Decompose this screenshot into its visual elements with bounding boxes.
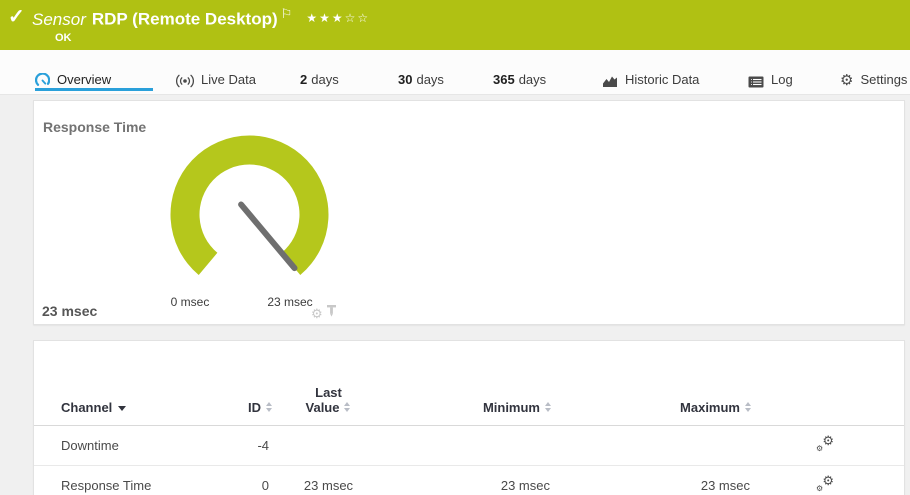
object-type-label: Sensor [32, 10, 86, 29]
tab-label: Live Data [201, 72, 256, 87]
tab-label: days [519, 72, 546, 87]
channel-actions-cell: ⚙⚙ [766, 466, 904, 495]
tab-label: Overview [57, 72, 111, 87]
widget-settings-gear-icon[interactable]: ⚙ [311, 307, 323, 320]
channel-actions-cell: ⚙⚙ [766, 426, 904, 466]
tab-365-days[interactable]: 365 days [493, 50, 546, 93]
sort-icon [745, 402, 752, 412]
maximum-cell: 23 msec [566, 466, 766, 495]
channel-name-cell[interactable]: Response Time [34, 466, 219, 495]
table-row-response-time[interactable]: Response Time 0 23 msec 23 msec 23 msec … [34, 466, 904, 495]
tab-number: 2 [300, 72, 307, 87]
channel-table: Channel ID Last Value Minimum Maximum Do… [34, 341, 904, 495]
tab-overview[interactable]: Overview [35, 50, 153, 93]
channel-settings-gears-icon[interactable]: ⚙⚙ [816, 436, 834, 452]
tab-label: Historic Data [625, 72, 699, 87]
tab-30-days[interactable]: 30 days [398, 50, 444, 93]
sort-icon [266, 402, 273, 412]
tab-historic-data[interactable]: Historic Data [602, 50, 699, 93]
sensor-title-line: Sensor RDP (Remote Desktop)⚐ ★★★☆☆ [32, 6, 370, 30]
minimum-cell [376, 426, 566, 466]
tab-log[interactable]: Log [748, 50, 793, 93]
gauge-min-label: 0 msec [158, 295, 222, 309]
tab-number: 30 [398, 72, 412, 87]
historic-chart-icon [602, 75, 618, 88]
minimum-cell: 23 msec [376, 466, 566, 495]
channel-id-cell: -4 [219, 426, 281, 466]
sort-icon [344, 402, 351, 412]
column-header-minimum[interactable]: Minimum [376, 341, 566, 426]
tab-bar: Overview Live Data 2 days 30 days 365 da… [0, 50, 910, 95]
channel-settings-gears-icon[interactable]: ⚙⚙ [816, 476, 834, 492]
pin-icon[interactable] [326, 304, 337, 322]
priority-stars[interactable]: ★★★☆☆ [306, 11, 370, 25]
sort-icon [545, 402, 552, 412]
table-row-downtime[interactable]: Downtime -4 ⚙⚙ [34, 426, 904, 466]
tab-label: Log [771, 72, 793, 87]
live-data-icon [176, 74, 194, 88]
column-header-actions [766, 341, 904, 426]
tab-number: 365 [493, 72, 515, 87]
column-header-last-value[interactable]: Last Value [281, 341, 376, 426]
priority-flag-icon[interactable]: ⚐ [281, 6, 293, 21]
tab-2-days[interactable]: 2 days [300, 50, 339, 93]
gauge-needle [241, 205, 294, 269]
column-header-channel[interactable]: Channel [34, 341, 219, 426]
sort-caret-icon [118, 406, 126, 411]
tab-live-data[interactable]: Live Data [176, 50, 256, 93]
log-list-icon [748, 76, 764, 88]
table-header-row: Channel ID Last Value Minimum Maximum [34, 341, 904, 426]
tab-label: days [311, 72, 338, 87]
response-time-widget: Response Time 0 msec 23 msec 23 msec ⚙ [33, 100, 905, 325]
widget-tools: ⚙ [311, 304, 337, 322]
channel-table-panel: Channel ID Last Value Minimum Maximum Do… [33, 340, 905, 495]
last-value-cell [281, 426, 376, 466]
prtg-sensor-page: ✓ Sensor RDP (Remote Desktop)⚐ ★★★☆☆ OK Ov… [0, 0, 910, 495]
last-value-cell: 23 msec [281, 466, 376, 495]
sensor-name: RDP (Remote Desktop) [92, 10, 278, 29]
status-ok-check-icon: ✓ [8, 4, 25, 29]
column-header-id[interactable]: ID [219, 341, 281, 426]
tab-label: Settings [860, 72, 907, 87]
gauge-icon [35, 73, 50, 88]
tab-label: days [416, 72, 443, 87]
maximum-cell [566, 426, 766, 466]
tab-settings[interactable]: ⚙ Settings [840, 50, 907, 93]
channel-id-cell: 0 [219, 466, 281, 495]
current-value-label: 23 msec [42, 303, 97, 319]
status-badge: OK [55, 32, 72, 44]
sensor-header: ✓ Sensor RDP (Remote Desktop)⚐ ★★★☆☆ OK [0, 0, 910, 50]
channel-name-cell[interactable]: Downtime [34, 426, 219, 466]
column-header-maximum[interactable]: Maximum [566, 341, 766, 426]
gear-icon: ⚙ [840, 74, 853, 88]
widget-title: Response Time [43, 119, 146, 135]
